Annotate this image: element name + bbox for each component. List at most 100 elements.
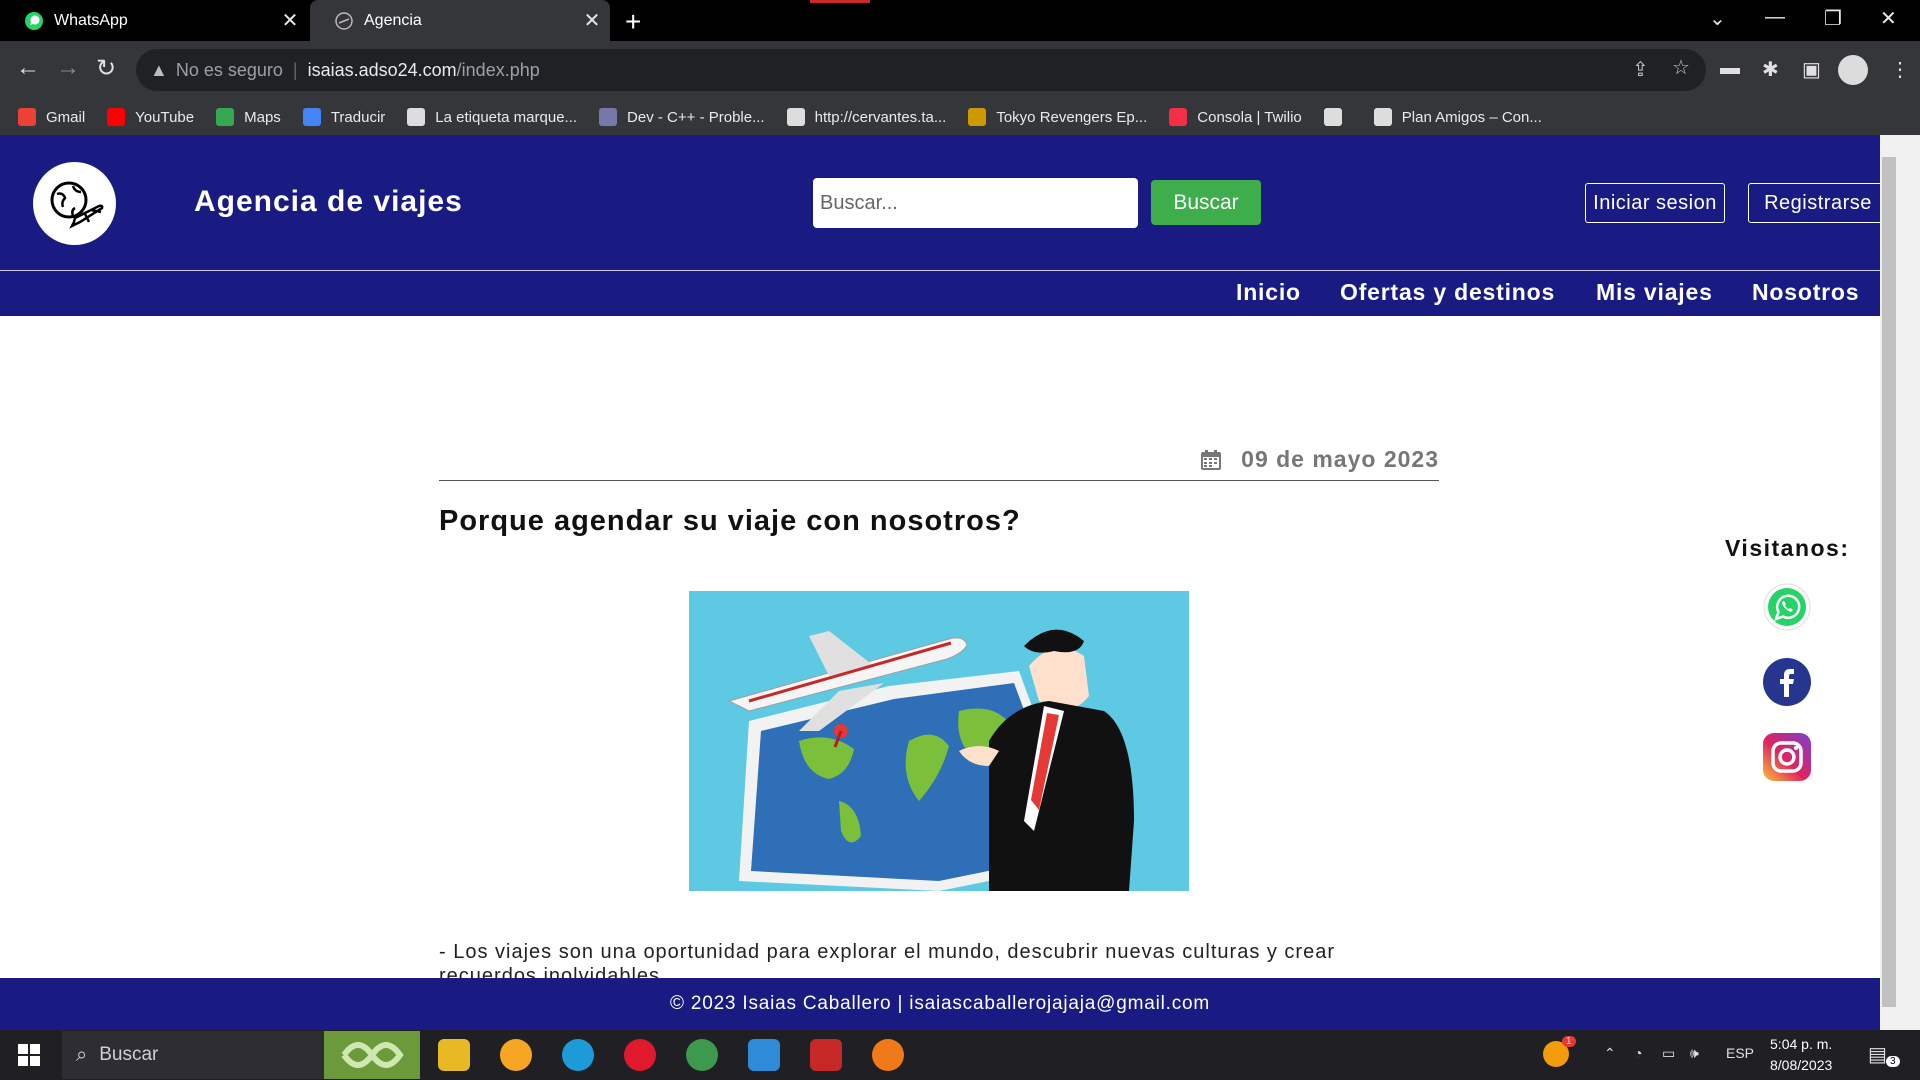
bookmark-favicon-icon xyxy=(216,108,235,126)
back-icon[interactable]: ← xyxy=(16,54,40,82)
bookmark-item[interactable]: Plan Amigos – Con... xyxy=(1373,108,1542,126)
nav-ofertas[interactable]: Ofertas y destinos xyxy=(1340,279,1555,306)
search-input[interactable] xyxy=(813,178,1138,228)
bookmark-favicon-icon xyxy=(786,108,805,126)
bookmark-item[interactable]: La etiqueta marque... xyxy=(407,108,577,126)
side-panel-icon[interactable]: ▣ xyxy=(1802,57,1821,82)
reload-icon[interactable]: ↻ xyxy=(96,54,116,83)
instagram-icon[interactable] xyxy=(1762,732,1812,782)
filezilla-icon[interactable] xyxy=(810,1039,842,1071)
edge-icon[interactable] xyxy=(562,1039,594,1071)
url-host: isaias.adso24.com xyxy=(307,59,457,80)
notifications-icon[interactable]: ▤ xyxy=(1868,1042,1887,1067)
menu-icon[interactable]: ⋮ xyxy=(1890,57,1910,82)
battery-icon[interactable]: ▭ xyxy=(1662,1045,1675,1062)
tab-whatsapp[interactable]: WhatsApp ✕ xyxy=(0,0,308,41)
forward-icon[interactable]: → xyxy=(56,54,80,82)
vscode-icon[interactable] xyxy=(748,1039,780,1071)
bookmarks-bar: Gmail YouTube Maps Traducir La etiqueta marq… xyxy=(0,99,1920,135)
social-heading: Visitanos: xyxy=(1725,535,1850,561)
site-title: Agencia de viajes xyxy=(194,185,463,218)
bookmark-star-icon[interactable]: ☆ xyxy=(1672,55,1690,80)
page-scrollbar[interactable] xyxy=(1880,135,1920,1030)
clock-time: 5:04 p. m. xyxy=(1770,1036,1833,1052)
whatsapp-icon xyxy=(25,11,43,30)
brave-icon[interactable] xyxy=(500,1039,532,1071)
tab-search-icon[interactable]: ⌄ xyxy=(1709,6,1726,31)
facebook-icon[interactable] xyxy=(1762,657,1812,707)
bookmark-label: http://cervantes.ta... xyxy=(814,108,947,126)
nav-inicio[interactable]: Inicio xyxy=(1236,279,1301,306)
site-logo[interactable] xyxy=(33,162,116,245)
bookmark-item[interactable]: Gmail xyxy=(18,108,85,126)
search-button[interactable]: Buscar xyxy=(1151,180,1261,225)
bookmark-label: Consola | Twilio xyxy=(1197,108,1302,126)
puzzle-icon[interactable]: ✱ xyxy=(1762,57,1779,82)
bookmark-favicon-icon xyxy=(599,108,618,126)
taskbar-search[interactable]: ⌕ Buscar xyxy=(62,1031,420,1079)
share-icon[interactable]: ⇪ xyxy=(1632,57,1649,82)
nav-mis-viajes[interactable]: Mis viajes xyxy=(1596,279,1713,306)
app-badge: 1 xyxy=(1562,1036,1576,1047)
bookmark-item[interactable]: Consola | Twilio xyxy=(1169,108,1302,126)
bookmark-item[interactable]: Dev - C++ - Proble... xyxy=(599,108,765,126)
tab-close-icon[interactable]: ✕ xyxy=(272,8,308,33)
globe-plane-icon xyxy=(50,181,103,229)
firefox-icon[interactable] xyxy=(872,1039,904,1071)
post-divider xyxy=(439,480,1439,481)
wifi-icon[interactable]: ◔ xyxy=(1634,1045,1642,1061)
tab-close-icon[interactable]: ✕ xyxy=(574,8,610,33)
windows-taskbar: ⌕ Buscar 1 ⌃ ◔ ▭ 🕪 ESP 5:04 p. m. 8/08/2… xyxy=(0,1030,1920,1080)
bookmark-favicon-icon xyxy=(18,108,36,126)
new-tab-icon[interactable]: + xyxy=(625,6,641,38)
profile-avatar[interactable] xyxy=(1838,55,1868,85)
globe-plane-icon xyxy=(335,11,353,30)
url-path: /index.php xyxy=(456,59,540,80)
browser-tab-strip: WhatsApp ✕ Agencia ✕ + ⌄ — ❐ ✕ xyxy=(0,0,1920,41)
post-date: 09 de mayo 2023 xyxy=(1241,446,1439,472)
bookmark-label: Gmail xyxy=(46,108,86,126)
chrome-icon[interactable] xyxy=(686,1039,718,1071)
bookmark-item[interactable]: Traducir xyxy=(302,108,386,126)
bookmark-label: Traducir xyxy=(330,108,386,126)
bookmark-label: Maps xyxy=(244,108,281,126)
tab-agencia[interactable]: Agencia ✕ xyxy=(310,0,610,41)
nav-nosotros[interactable]: Nosotros xyxy=(1752,279,1859,306)
notifications-count: 3 xyxy=(1886,1056,1900,1067)
extension-icon[interactable]: ▬ xyxy=(1720,57,1740,80)
tab-title: WhatsApp xyxy=(54,11,128,29)
language-indicator[interactable]: ESP xyxy=(1726,1045,1754,1061)
bookmark-favicon-icon xyxy=(1373,108,1392,126)
windows-start-icon[interactable] xyxy=(18,1044,40,1066)
clock-date: 8/08/2023 xyxy=(1770,1057,1833,1073)
security-status: No es seguro xyxy=(175,59,283,80)
register-button[interactable]: Registrarse xyxy=(1748,183,1880,223)
address-bar[interactable]: ▲ No es seguro | isaias.adso24.com /inde… xyxy=(136,49,1706,91)
bookmark-item[interactable]: http://cervantes.ta... xyxy=(786,108,947,126)
warning-icon: ▲ xyxy=(150,59,168,80)
login-button[interactable]: Iniciar sesion xyxy=(1585,183,1725,223)
volume-icon[interactable]: 🕪 xyxy=(1690,1045,1699,1062)
chevron-up-icon[interactable]: ⌃ xyxy=(1604,1045,1616,1062)
page-scrollbar-thumb[interactable] xyxy=(1882,157,1896,1007)
restore-icon[interactable]: ❐ xyxy=(1824,6,1842,31)
bookmark-item[interactable]: Tokyo Revengers Ep... xyxy=(968,108,1147,126)
browser-toolbar: ← → ↻ ▲ No es seguro | isaias.adso24.com… xyxy=(0,41,1920,99)
bookmark-favicon-icon xyxy=(968,108,987,126)
search-icon: ⌕ xyxy=(76,1043,88,1066)
bookmark-item[interactable]: YouTube xyxy=(107,108,194,126)
tab-title: Agencia xyxy=(364,11,422,29)
opera-icon[interactable] xyxy=(624,1039,656,1071)
main-nav: Inicio Ofertas y destinos Mis viajes Nos… xyxy=(0,270,1880,316)
search-highlight-icon xyxy=(324,1031,420,1079)
bookmark-item[interactable] xyxy=(1323,108,1352,126)
system-clock[interactable]: 5:04 p. m. 8/08/2023 xyxy=(1770,1034,1832,1076)
file-explorer-icon[interactable] xyxy=(438,1039,470,1071)
whatsapp-icon[interactable] xyxy=(1762,582,1812,632)
window-close-icon[interactable]: ✕ xyxy=(1880,6,1897,31)
bookmark-label: Tokyo Revengers Ep... xyxy=(996,108,1148,126)
bookmark-label: Dev - C++ - Proble... xyxy=(627,108,765,126)
post-title: Porque agendar su viaje con nosotros? xyxy=(439,505,1021,537)
minimize-icon[interactable]: — xyxy=(1765,6,1785,29)
bookmark-item[interactable]: Maps xyxy=(216,108,281,126)
